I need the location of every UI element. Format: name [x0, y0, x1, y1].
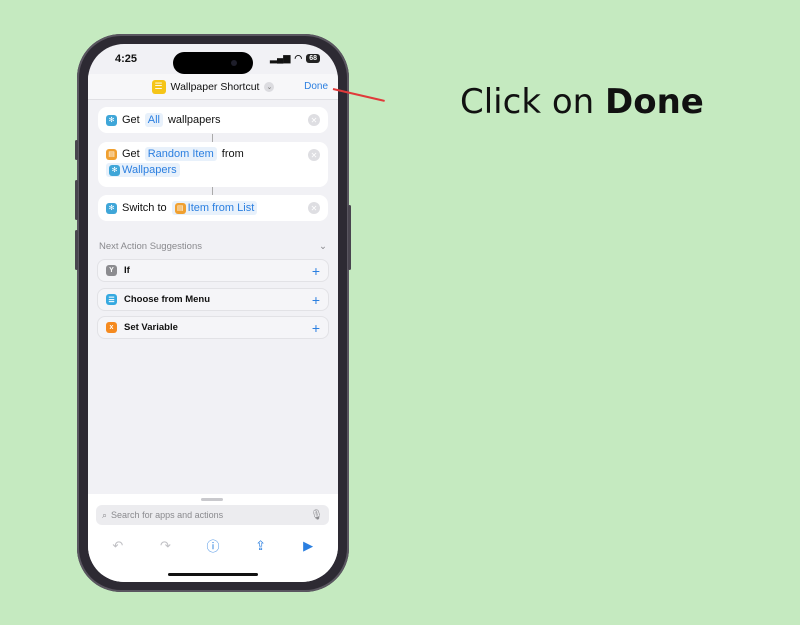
remove-action-icon[interactable]: ✕	[308, 202, 320, 214]
action-token[interactable]: All	[144, 113, 163, 127]
wallpapers-variable-token[interactable]: ✻ Wallpapers	[106, 163, 180, 177]
list-icon: ▤	[174, 202, 186, 214]
info-icon[interactable]: ⓘ	[203, 536, 223, 555]
shortcut-icon: ☰	[151, 79, 166, 94]
suggestion-choose-from-menu[interactable]: ☰ Choose from Menu +	[97, 288, 329, 311]
suggestion-set-variable[interactable]: x Set Variable +	[97, 316, 329, 339]
action-verb: Switch to	[122, 202, 167, 214]
microphone-icon[interactable]: 🎙	[310, 510, 323, 521]
shortcut-title[interactable]: ☰ Wallpaper Shortcut ⌄	[151, 79, 275, 94]
variable-icon: x	[106, 322, 117, 333]
wifi-icon: ◠	[294, 53, 303, 63]
action-button	[75, 140, 78, 160]
remove-action-icon[interactable]: ✕	[308, 149, 320, 161]
suggestion-label: Choose from Menu	[124, 294, 211, 305]
suggestion-label: Set Variable	[124, 322, 178, 333]
action-connector	[212, 134, 213, 142]
wallpaper-icon: ✻	[109, 164, 120, 176]
home-indicator	[168, 573, 258, 576]
toolbar: ↶ ↷ ⓘ ⇪ ▶	[88, 536, 338, 555]
list-icon: ▤	[106, 148, 117, 160]
search-input[interactable]: ⌕ Search for apps and actions 🎙	[96, 505, 329, 525]
done-button[interactable]: Done	[304, 81, 328, 92]
suggestions-header[interactable]: Next Action Suggestions ⌄	[99, 241, 327, 252]
menu-icon: ☰	[106, 294, 117, 305]
status-time: 4:25	[115, 53, 138, 65]
action-verb: Get	[122, 114, 140, 126]
suggestion-if[interactable]: Y If +	[97, 259, 329, 282]
action-suffix: wallpapers	[167, 114, 221, 126]
phone-screen: 4:25 ▂▄▆ ◠ 68 ☰ Wallpaper Shortcut ⌄ Don…	[88, 44, 338, 582]
action-token[interactable]: Random Item	[144, 147, 217, 161]
status-indicators: ▂▄▆ ◠ 68	[270, 53, 320, 64]
token-label: Item from List	[187, 202, 255, 214]
volume-down-button	[75, 230, 78, 270]
play-icon[interactable]: ▶	[298, 538, 318, 554]
instruction-prefix: Click on	[460, 82, 605, 122]
if-branch-icon: Y	[106, 265, 117, 276]
action-get-wallpapers[interactable]: ✻ Get All wallpapers ✕	[98, 107, 328, 133]
camera-icon	[231, 60, 237, 66]
wallpaper-icon: ✻	[106, 114, 117, 126]
action-connector	[212, 187, 213, 195]
add-icon[interactable]: +	[312, 263, 320, 279]
redo-icon[interactable]: ↷	[155, 538, 175, 554]
nav-bar: ☰ Wallpaper Shortcut ⌄ Done	[88, 74, 338, 100]
instruction-emphasis: Done	[604, 82, 704, 122]
battery-icon: 68	[306, 54, 320, 63]
suggestions-title: Next Action Suggestions	[99, 241, 202, 252]
item-from-list-token[interactable]: ▤ Item from List	[171, 201, 258, 215]
action-drawer: ⌕ Search for apps and actions 🎙 ↶ ↷ ⓘ ⇪ …	[88, 494, 338, 582]
chevron-down-icon[interactable]: ⌄	[264, 81, 275, 92]
signal-icon: ▂▄▆	[270, 53, 291, 63]
action-suffix: from	[221, 148, 244, 160]
token-label: Wallpapers	[122, 164, 177, 176]
action-get-random-item[interactable]: ▤ Get Random Item from ✻ Wallpapers ✕	[98, 142, 328, 187]
undo-icon[interactable]: ↶	[108, 538, 128, 554]
drawer-grabber[interactable]	[201, 498, 223, 501]
power-button	[348, 205, 351, 270]
chevron-down-icon[interactable]: ⌄	[319, 241, 327, 252]
wallpaper-icon: ✻	[106, 202, 117, 214]
action-switch-wallpaper[interactable]: ✻ Switch to ▤ Item from List ✕	[98, 195, 328, 221]
add-icon[interactable]: +	[312, 292, 320, 308]
share-icon[interactable]: ⇪	[251, 538, 271, 554]
action-verb: Get	[122, 148, 140, 160]
instruction-text: Click on Done	[460, 82, 704, 122]
dynamic-island	[173, 52, 253, 74]
shortcut-name: Wallpaper Shortcut	[170, 80, 260, 93]
add-icon[interactable]: +	[312, 320, 320, 336]
volume-up-button	[75, 180, 78, 220]
suggestion-label: If	[124, 265, 130, 276]
search-placeholder: Search for apps and actions	[111, 510, 224, 520]
search-icon: ⌕	[102, 509, 108, 520]
remove-action-icon[interactable]: ✕	[308, 114, 320, 126]
